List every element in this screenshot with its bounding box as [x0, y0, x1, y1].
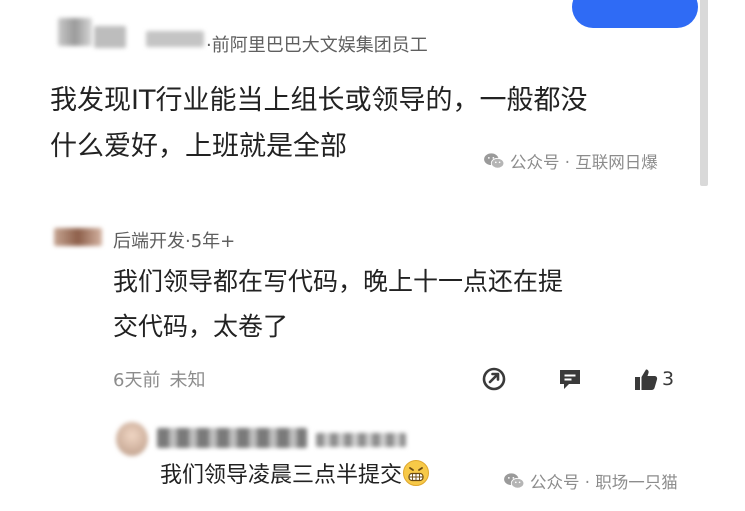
share-button[interactable] — [481, 366, 507, 392]
wechat-icon — [504, 473, 525, 489]
wechat-icon — [484, 153, 505, 169]
reply-avatar — [54, 228, 102, 246]
like-count: 3 — [662, 368, 675, 390]
sub-reply: 我们领导凌晨三点半提交 公众号 · 职场一只猫 — [0, 405, 745, 511]
sub-reply-watermark: 公众号 · 职场一只猫 — [503, 469, 678, 493]
sub-reply-text-row: 我们领导凌晨三点半提交 — [160, 457, 430, 489]
avatar — [58, 18, 92, 46]
sub-reply-author — [157, 428, 307, 448]
reply-text-line1: 我们领导都在写代码，晚上十一点还在提 — [113, 267, 564, 296]
like-button[interactable]: 3 — [633, 365, 674, 393]
reply-text-line2: 交代码，太卷了 — [113, 312, 289, 341]
watermark-text: 公众号 · 互联网日爆 — [510, 153, 658, 172]
author-name — [146, 31, 204, 47]
comment-icon — [560, 370, 580, 389]
comment-text-line2: 什么爱好，上班就是全部 — [50, 131, 347, 162]
thumbs-up-icon — [635, 369, 658, 390]
avatar-fragment — [94, 26, 126, 48]
watermark: 公众号 · 互联网日爆 — [483, 149, 658, 173]
reply-status: 未知 — [169, 370, 206, 391]
author-meta: ·前阿里巴巴大文娱集团员工 — [206, 35, 428, 56]
grinning-face-icon — [403, 460, 430, 486]
comment-text-line1: 我发现IT行业能当上组长或领导的，一般都没 — [50, 85, 588, 116]
reply-comment: 后端开发·5年+ 我们领导都在写代码，晚上十一点还在提 交代码，太卷了 6天前 … — [0, 200, 745, 400]
reply-time: 6天前 — [113, 370, 161, 391]
sub-reply-text: 我们领导凌晨三点半提交 — [160, 463, 403, 488]
reply-footer: 6天前 未知 — [113, 366, 205, 392]
share-icon — [482, 367, 506, 391]
sub-reply-meta — [316, 433, 406, 447]
comment-button[interactable] — [557, 366, 583, 392]
scrollbar[interactable] — [700, 0, 708, 186]
sub-reply-avatar — [116, 422, 148, 456]
top-comment: ·前阿里巴巴大文娱集团员工 我发现IT行业能当上组长或领导的，一般都没 什么爱好… — [0, 0, 700, 190]
sub-reply-watermark-text: 公众号 · 职场一只猫 — [530, 473, 678, 492]
reply-author-meta: 后端开发·5年+ — [113, 231, 236, 252]
